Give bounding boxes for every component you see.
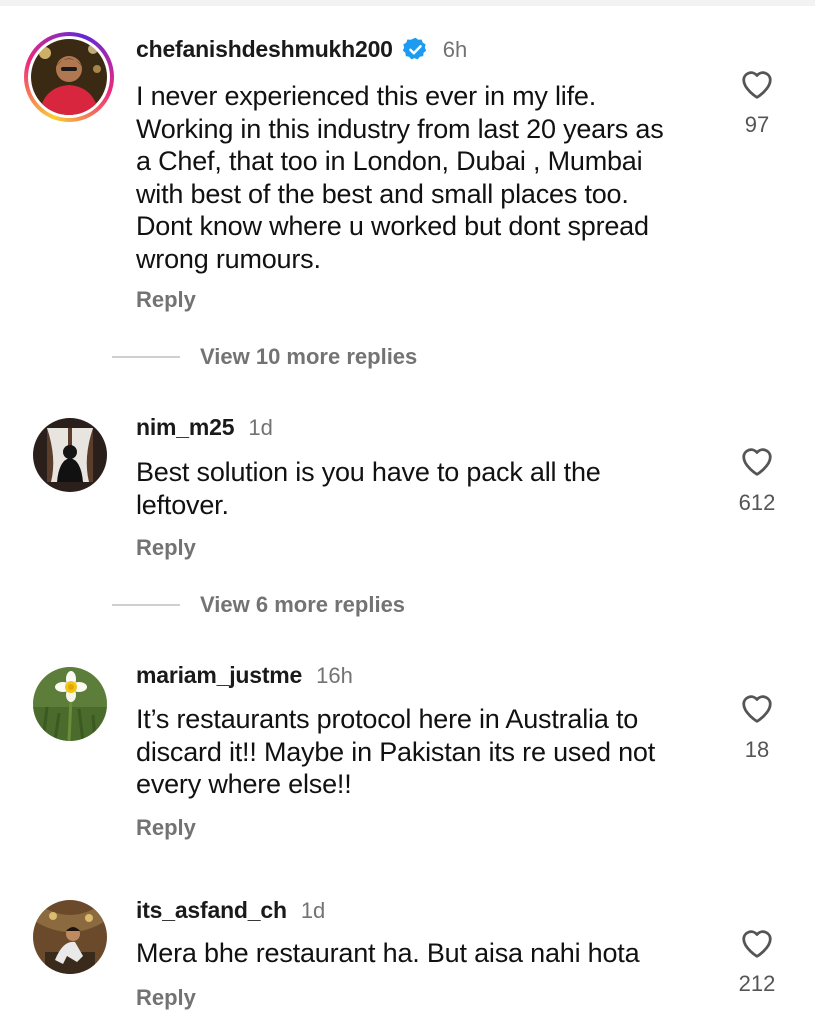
username[interactable]: its_asfand_ch — [136, 897, 287, 924]
view-replies-button[interactable]: View 6 more replies — [112, 592, 405, 618]
comment-text: Mera bhe restaurant ha. But aisa nahi ho… — [136, 938, 640, 968]
comment-text: I never experienced this ever in my life… — [136, 81, 664, 274]
divider-line — [112, 356, 180, 358]
timestamp: 1d — [300, 897, 326, 923]
top-divider — [0, 0, 815, 6]
like-count: 212 — [738, 971, 776, 996]
divider-line — [112, 604, 180, 606]
heart-outline-icon[interactable] — [738, 66, 776, 100]
username[interactable]: nim_m25 — [136, 414, 235, 441]
like-count: 612 — [738, 490, 776, 515]
avatar[interactable] — [33, 900, 107, 974]
heart-outline-icon[interactable] — [738, 690, 776, 724]
avatar — [31, 39, 107, 115]
reply-button[interactable]: Reply — [136, 985, 196, 1011]
view-replies-button[interactable]: View 10 more replies — [112, 344, 417, 370]
heart-outline-icon[interactable] — [738, 443, 776, 477]
comment-text: Best solution is you have to pack all th… — [136, 457, 601, 520]
heart-outline-icon[interactable] — [738, 925, 776, 959]
like-count: 97 — [744, 112, 770, 137]
avatar[interactable] — [33, 667, 107, 741]
story-ring-avatar[interactable] — [24, 32, 114, 122]
reply-button[interactable]: Reply — [136, 535, 196, 561]
username[interactable]: mariam_justme — [136, 662, 302, 689]
verified-badge-icon — [402, 36, 429, 63]
avatar[interactable] — [33, 418, 107, 492]
timestamp: 16h — [316, 662, 353, 688]
like-count: 18 — [744, 737, 770, 762]
comment-text: It’s restaurants protocol here in Austra… — [136, 704, 656, 799]
timestamp: 6h — [442, 36, 468, 62]
username[interactable]: chefanishdeshmukh200 — [136, 36, 393, 63]
reply-button[interactable]: Reply — [136, 287, 196, 313]
reply-button[interactable]: Reply — [136, 815, 196, 841]
timestamp: 1d — [248, 414, 273, 440]
